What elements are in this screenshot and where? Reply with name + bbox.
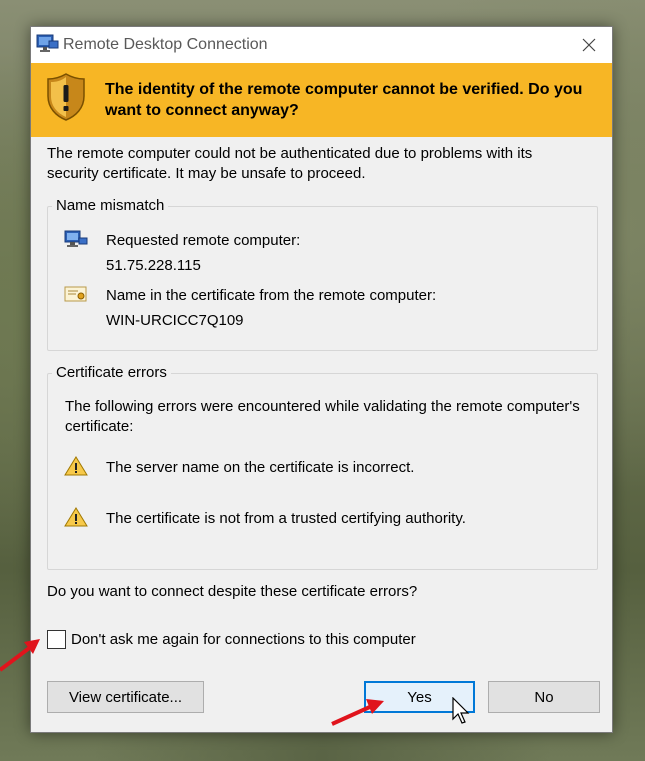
title-bar: Remote Desktop Connection: [31, 27, 612, 63]
connect-question: Do you want to connect despite these cer…: [47, 583, 418, 600]
banner-headline: The identity of the remote computer cann…: [105, 81, 583, 119]
remote-desktop-icon: [36, 34, 59, 52]
close-button[interactable]: [576, 33, 602, 57]
rdp-dialog: Remote Desktop Connection The identity o…: [30, 26, 613, 733]
mouse-pointer-icon: [452, 697, 470, 724]
warning-banner: The identity of the remote computer cann…: [31, 63, 612, 137]
error-text: The certificate is not from a trusted ce…: [106, 510, 466, 527]
dont-ask-label[interactable]: Don't ask me again for connections to th…: [71, 631, 416, 648]
warning-icon: [64, 456, 88, 476]
intro-text: The remote computer could not be authent…: [47, 145, 533, 182]
certificate-name-label: Name in the certificate from the remote …: [106, 287, 437, 304]
warning-shield-icon: [47, 73, 85, 121]
certificate-errors-intro: The following errors were encountered wh…: [65, 398, 580, 435]
no-button[interactable]: No: [488, 681, 600, 713]
certificate-icon: [64, 286, 87, 302]
dont-ask-row[interactable]: Don't ask me again for connections to th…: [47, 630, 416, 649]
certificate-errors-legend: Certificate errors: [52, 364, 171, 382]
error-text: The server name on the certificate is in…: [106, 459, 415, 476]
window-title: Remote Desktop Connection: [63, 36, 268, 53]
dont-ask-checkbox[interactable]: [47, 630, 66, 649]
close-icon: [582, 38, 596, 52]
computer-icon: [64, 230, 88, 247]
warning-icon: [64, 507, 88, 527]
requested-computer-value: 51.75.228.115: [106, 257, 201, 274]
requested-computer-label: Requested remote computer:: [106, 232, 301, 249]
certificate-errors-group: Certificate errors The following errors …: [47, 364, 598, 570]
annotation-arrow-icon: [331, 699, 384, 726]
name-mismatch-group: Name mismatch Requested remote computer:…: [47, 197, 598, 351]
annotation-arrow-icon: [0, 639, 40, 672]
name-mismatch-legend: Name mismatch: [52, 197, 169, 215]
certificate-name-value: WIN-URCICC7Q109: [106, 312, 244, 329]
view-certificate-button[interactable]: View certificate...: [47, 681, 204, 713]
